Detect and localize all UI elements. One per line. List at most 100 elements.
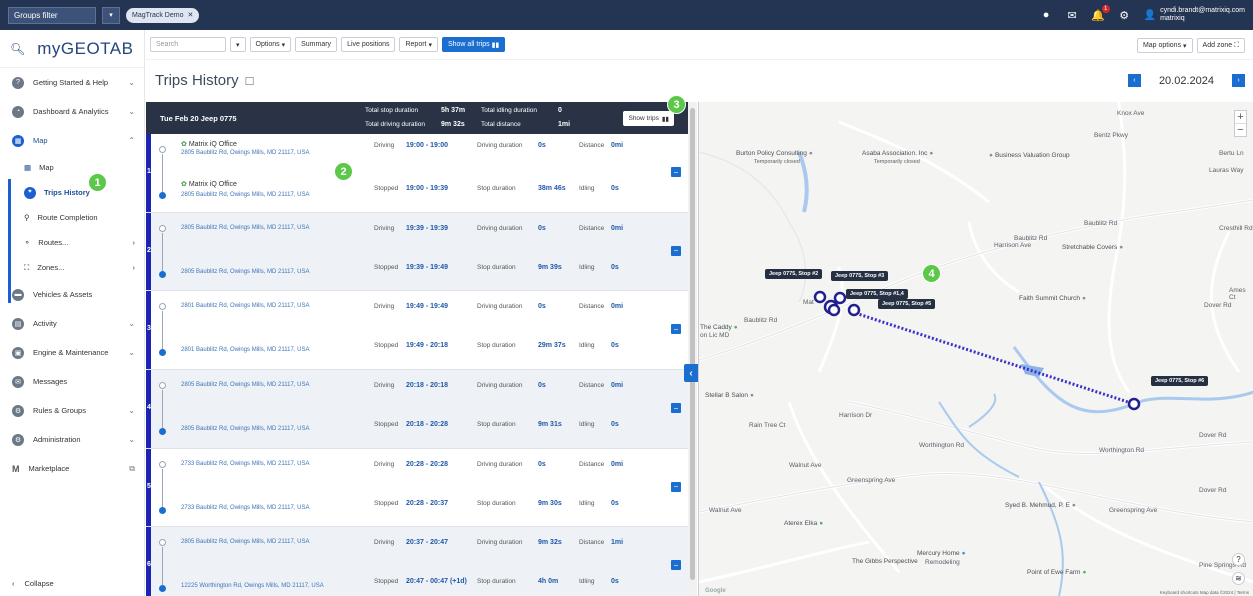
start-address[interactable]: 2805 Baublitz Rd, Owings Mills, MD 21117… <box>181 539 310 545</box>
sidebar-subitem-routes[interactable]: ⚬ Routes... › <box>0 230 144 255</box>
user-menu[interactable]: 👤 cyndi.brandt@matrixiq.com matrixiq <box>1144 7 1245 23</box>
trip-row[interactable]: 4 2805 Baublitz Rd, Owings Mills, MD 2111… <box>146 370 688 449</box>
stop-label-5[interactable]: Jeep 0775, Stop #5 <box>878 299 936 309</box>
poi-aterex[interactable]: Aterex Elka ● <box>784 520 823 527</box>
group-chip[interactable]: MagTrack Demo ✕ <box>126 7 200 23</box>
groups-filter-toggle-button[interactable]: ▾ <box>102 6 120 24</box>
sidebar-subitem-trips-history[interactable]: ⌖ Trips History <box>0 180 144 205</box>
collapse-trip-button[interactable]: − <box>671 167 681 177</box>
trip-row[interactable]: 6 2805 Baublitz Rd, Owings Mills, MD 2111… <box>146 527 688 596</box>
options-button[interactable]: Options ▾ <box>249 37 292 52</box>
poi-burton[interactable]: Burton Policy Consulting ● <box>736 150 813 157</box>
scrollbar-thumb[interactable] <box>690 108 695 580</box>
trip-row[interactable]: 3 2801 Baublitz Rd, Owings Mills, MD 2111… <box>146 291 688 371</box>
collapse-trip-button[interactable]: − <box>671 560 681 571</box>
notifications-icon[interactable]: 🔔 1 <box>1091 4 1110 22</box>
sidebar-subitem-map[interactable]: ▦ Map <box>0 155 144 180</box>
summary-button[interactable]: Summary <box>295 37 338 52</box>
sidebar-item-administration[interactable]: ⚙ Administration ⌄ <box>0 425 144 454</box>
bookmark-icon[interactable]: ☐ <box>245 76 255 88</box>
trips-scrollbar[interactable] <box>688 102 697 596</box>
start-location-name[interactable]: ✿ Matrix iQ Office <box>181 140 237 148</box>
start-address[interactable]: 2801 Baublitz Rd, Owings Mills, MD 21117… <box>181 303 310 309</box>
help-icon[interactable]: ● <box>1040 9 1053 22</box>
zoom-out-button[interactable]: − <box>1235 123 1246 136</box>
distance: 0mi <box>611 460 624 468</box>
search-icon[interactable]: 🔍︎ <box>10 42 25 56</box>
poi-asaba[interactable]: Asaba Association, Inc ● <box>862 150 933 157</box>
next-day-button[interactable]: › <box>1232 74 1245 87</box>
trip-row[interactable]: 5 2733 Baublitz Rd, Owings Mills, MD 2111… <box>146 448 688 528</box>
add-zone-button[interactable]: Add zone ⛶ <box>1196 38 1245 53</box>
callout-3: 3 <box>667 95 686 114</box>
stop-label-3[interactable]: Jeep 0775, Stop #3 <box>831 271 889 281</box>
end-address[interactable]: 2801 Baublitz Rd, Owings Mills, MD 21117… <box>181 347 310 353</box>
end-address[interactable]: 12225 Worthington Rd, Owings Mills, MD 2… <box>181 583 324 589</box>
poi-mercury[interactable]: Mercury Home ● <box>917 550 966 557</box>
groups-filter-dropdown[interactable]: Groups filter <box>8 6 96 24</box>
sidebar-item-rules[interactable]: ⚙ Rules & Groups ⌄ <box>0 396 144 425</box>
show-trips-button[interactable]: Show trips ▮▮ <box>623 111 674 126</box>
poi-stellar[interactable]: Stellar B Salon ● <box>705 392 754 399</box>
chevron-down-icon: ⌄ <box>128 107 135 116</box>
sidebar-item-getting-started[interactable]: ? Getting Started & Help ⌄ <box>0 68 144 97</box>
sidebar-item-map[interactable]: ▦ Map ⌃ <box>0 126 144 155</box>
search-input[interactable]: Search <box>150 37 226 52</box>
end-address[interactable]: 2733 Baublitz Rd, Owings Mills, MD 21117… <box>181 505 310 511</box>
poi-syed[interactable]: Syed B. Mehmud, P. E ● <box>1005 502 1076 509</box>
stop-label-6[interactable]: Jeep 0775, Stop #6 <box>1151 376 1209 386</box>
collapse-button[interactable]: ‹ Collapse <box>12 579 54 588</box>
collapse-trip-button[interactable]: − <box>671 481 681 492</box>
zoom-in-button[interactable]: + <box>1235 111 1246 123</box>
collapse-trip-button[interactable]: − <box>671 324 681 335</box>
trip-row[interactable]: 2 2805 Baublitz Rd, Owings Mills, MD 2111… <box>146 212 688 292</box>
sidebar-subitem-zones[interactable]: ⛶ Zones... › <box>0 255 144 280</box>
end-address[interactable]: 2805 Baublitz Rd, Owings Mills, MD 21117… <box>181 426 310 432</box>
collapse-trip-button[interactable]: − <box>671 403 681 414</box>
poi-gibbs[interactable]: The Gibbs Perspective <box>852 558 918 565</box>
end-address[interactable]: 2805 Baublitz Rd, Owings Mills, MD 21117… <box>181 269 310 275</box>
search-dropdown-button[interactable]: ▾ <box>230 37 246 52</box>
poi-caddy[interactable]: The Caddy ● <box>700 324 738 331</box>
chevron-down-icon: ⌄ <box>128 406 135 415</box>
driving-time: 19:49 - 19:49 <box>406 303 449 311</box>
trip-row[interactable]: 1 ✿ Matrix iQ Office 2805 Baublitz Rd, Owi… <box>146 134 688 213</box>
sidebar-item-vehicles[interactable]: ▬ Vehicles & Assets <box>0 280 144 309</box>
sidebar-item-messages[interactable]: ✉ Messages <box>0 367 144 396</box>
poi-business-valuation[interactable]: ● Business Valuation Group <box>989 152 1070 159</box>
poi-stretchable[interactable]: Stretchable Covers ● <box>1062 244 1123 251</box>
close-icon[interactable]: ✕ <box>187 11 193 19</box>
current-date[interactable]: 20.02.2024 <box>1159 75 1214 87</box>
end-location-name[interactable]: ✿ Matrix iQ Office <box>181 180 237 188</box>
collapse-trip-button[interactable]: − <box>671 245 681 256</box>
start-address[interactable]: 2805 Baublitz Rd, Owings Mills, MD 21117… <box>181 225 310 231</box>
sidebar-item-dashboard[interactable]: ◔ Dashboard & Analytics ⌄ <box>0 97 144 126</box>
map-view[interactable]: Knox Ave Baublitz Rd Baublitz Rd Baublit… <box>698 102 1253 596</box>
poi-faith-summit[interactable]: Faith Summit Church ● <box>1019 295 1086 302</box>
start-address[interactable]: 2805 Baublitz Rd, Owings Mills, MD 21117… <box>181 382 310 388</box>
start-address[interactable]: 2733 Baublitz Rd, Owings Mills, MD 21117… <box>181 461 310 467</box>
poi-point-of-ewe[interactable]: Point of Ewe Farm ● <box>1027 569 1086 576</box>
layers-icon[interactable]: ≋ <box>1232 572 1245 585</box>
sidebar-item-engine[interactable]: ▣ Engine & Maintenance ⌄ <box>0 338 144 367</box>
logo[interactable]: myGEOTAB <box>37 39 133 59</box>
show-all-trips-button[interactable]: Show all trips ▮▮ <box>441 37 506 52</box>
settings-icon[interactable]: ⚙ <box>1118 9 1131 22</box>
help-icon[interactable]: ? <box>1232 553 1245 566</box>
report-button[interactable]: Report ▾ <box>399 37 438 52</box>
sidebar-subitem-route-completion[interactable]: ⚲ Route Completion <box>0 205 144 230</box>
map-options-button[interactable]: Map options ▾ <box>1136 38 1193 53</box>
stop-duration: 38m 46s <box>538 185 566 192</box>
stop-label-1-4[interactable]: Jeep 0775, Stop #1,4 <box>846 289 908 299</box>
chevron-left-icon: ‹ <box>689 367 693 379</box>
sidebar-item-activity[interactable]: ▤ Activity ⌄ <box>0 309 144 338</box>
sidebar-item-marketplace[interactable]: M Marketplace ⧉ <box>0 454 144 483</box>
previous-day-button[interactable]: ‹ <box>1127 74 1141 87</box>
end-address[interactable]: 2805 Baublitz Rd, Owings Mills, MD 21117… <box>181 192 310 198</box>
trip-number: 6 <box>147 561 151 569</box>
live-positions-button[interactable]: Live positions <box>341 37 396 52</box>
start-address[interactable]: 2805 Baublitz Rd, Owings Mills, MD 21117… <box>181 150 310 156</box>
user-icon: 👤 <box>1143 9 1157 21</box>
stop-label-2[interactable]: Jeep 0775, Stop #2 <box>765 269 823 279</box>
messages-icon[interactable]: ✉ <box>1066 9 1079 22</box>
